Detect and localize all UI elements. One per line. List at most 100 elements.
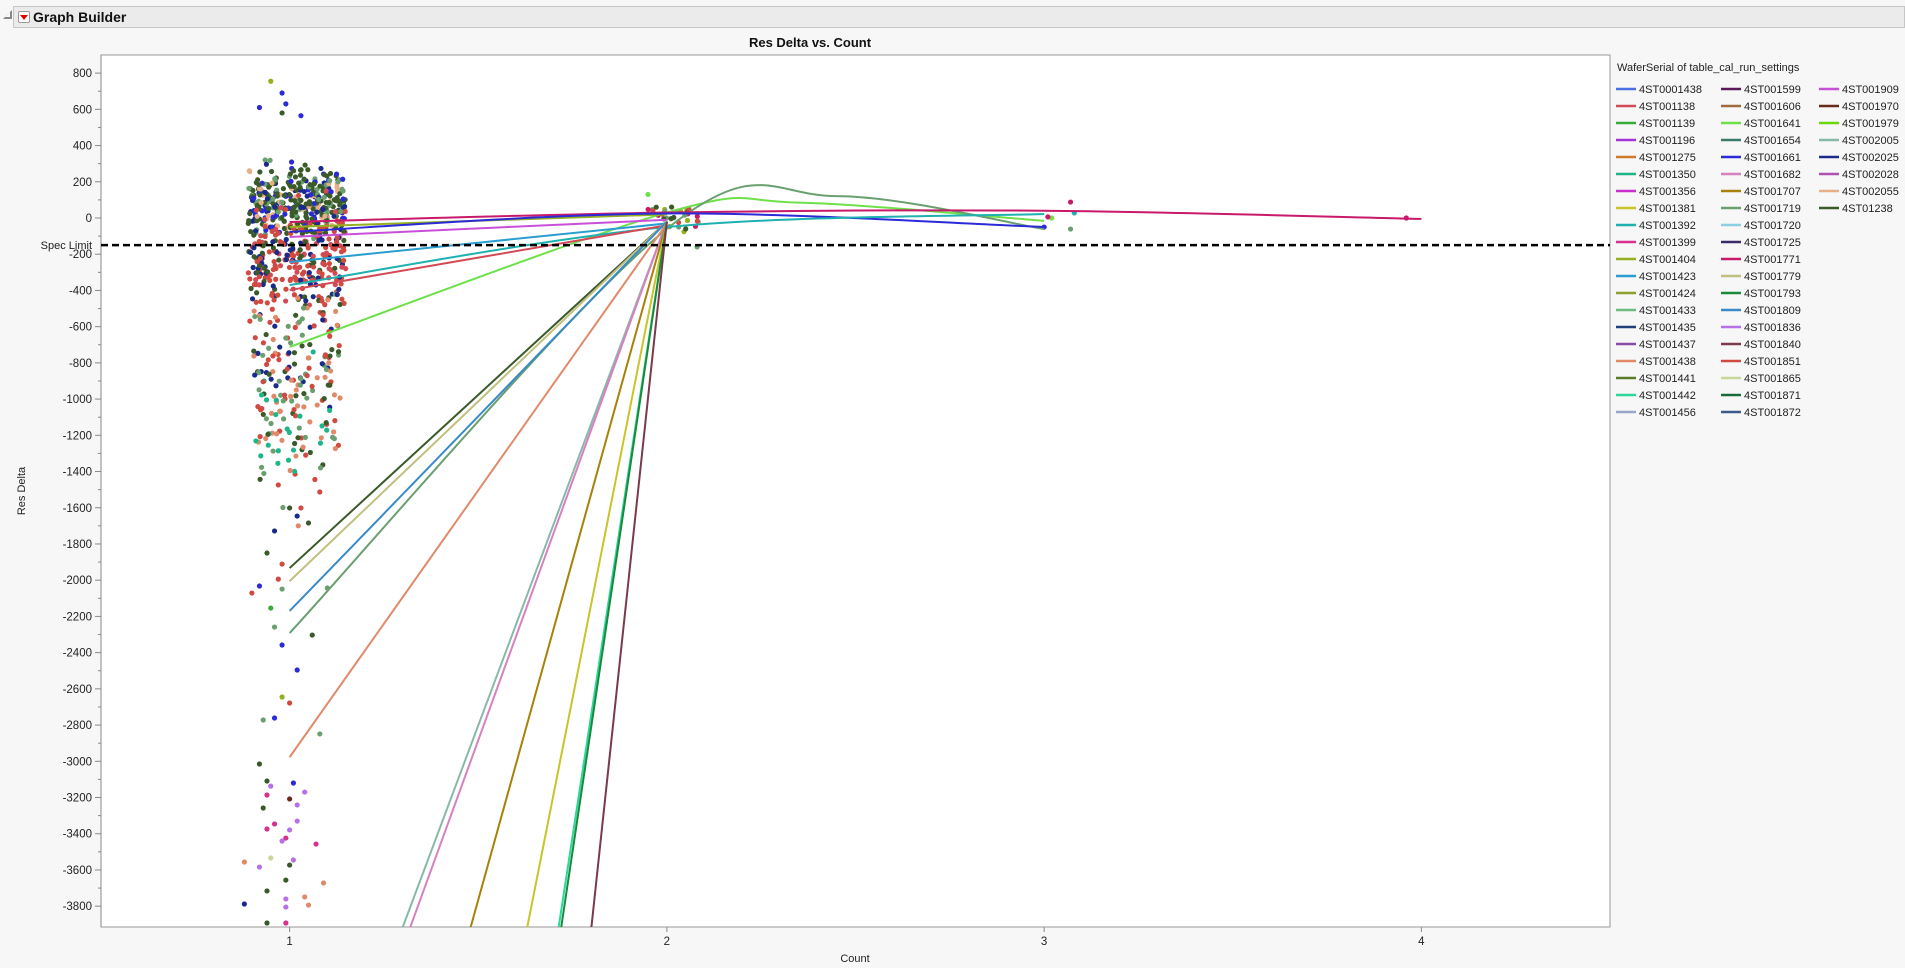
legend-item[interactable]: 4ST001196 bbox=[1616, 135, 1695, 147]
data-point bbox=[264, 888, 270, 894]
legend-item[interactable]: 4ST001404 bbox=[1616, 254, 1696, 266]
legend-item[interactable]: 4ST001350 bbox=[1616, 169, 1696, 181]
legend-item[interactable]: 4ST001442 bbox=[1616, 390, 1696, 402]
legend-item[interactable]: 4ST0001438 bbox=[1616, 84, 1702, 96]
data-point bbox=[326, 236, 332, 242]
y-tick-label: -3000 bbox=[63, 756, 92, 768]
data-point bbox=[279, 90, 285, 96]
legend-item[interactable]: 4ST001654 bbox=[1721, 135, 1801, 147]
data-point bbox=[291, 184, 297, 190]
legend-item[interactable]: 4ST001851 bbox=[1721, 356, 1801, 368]
data-point bbox=[310, 294, 316, 300]
legend-item[interactable]: 4ST001865 bbox=[1721, 373, 1801, 385]
data-point bbox=[317, 489, 323, 495]
legend-label: 4ST001661 bbox=[1744, 152, 1801, 164]
data-point bbox=[339, 264, 345, 270]
legend-item[interactable]: 4ST001779 bbox=[1721, 271, 1801, 283]
data-point bbox=[252, 335, 258, 341]
data-point bbox=[283, 286, 289, 292]
x-tick-label: 4 bbox=[1418, 936, 1425, 948]
y-tick-label: 200 bbox=[73, 177, 92, 189]
y-tick-label: -3800 bbox=[63, 901, 92, 913]
legend-item[interactable]: 4ST001871 bbox=[1721, 390, 1801, 402]
legend-label: 4ST001196 bbox=[1639, 135, 1695, 147]
data-point bbox=[264, 826, 270, 832]
legend-item[interactable]: 4ST001438 bbox=[1616, 356, 1696, 368]
data-point bbox=[323, 420, 329, 426]
legend-item[interactable]: 4ST001599 bbox=[1721, 84, 1801, 96]
legend-item[interactable]: 4ST002028 bbox=[1819, 169, 1899, 181]
legend-item[interactable]: 4ST001437 bbox=[1616, 339, 1696, 351]
data-point bbox=[288, 393, 294, 400]
data-point bbox=[264, 778, 270, 784]
data-point bbox=[257, 316, 263, 322]
data-point bbox=[271, 393, 277, 399]
data-point bbox=[291, 350, 298, 356]
data-point bbox=[277, 263, 284, 269]
legend-item[interactable]: 4ST001793 bbox=[1721, 288, 1801, 300]
legend-item[interactable]: 4ST001707 bbox=[1721, 186, 1801, 198]
data-point bbox=[298, 167, 304, 173]
legend-item[interactable]: 4ST001356 bbox=[1616, 186, 1696, 198]
legend-item[interactable]: 4ST001392 bbox=[1616, 220, 1696, 232]
legend-item[interactable]: 4ST001381 bbox=[1616, 203, 1696, 215]
legend-item[interactable]: 4ST001423 bbox=[1616, 271, 1696, 283]
data-point bbox=[305, 263, 311, 269]
legend-item[interactable]: 4ST001433 bbox=[1616, 305, 1696, 317]
data-point bbox=[321, 396, 327, 402]
data-point bbox=[306, 365, 312, 371]
legend-item[interactable]: 4ST001275 bbox=[1616, 152, 1696, 164]
legend-item[interactable]: 4ST001840 bbox=[1721, 339, 1801, 351]
data-point bbox=[260, 411, 266, 418]
data-point bbox=[275, 460, 281, 466]
data-point bbox=[324, 427, 330, 433]
legend-item[interactable]: 4ST001399 bbox=[1616, 237, 1696, 249]
legend-label: 4ST001865 bbox=[1744, 373, 1801, 385]
legend-item[interactable]: 4ST001771 bbox=[1721, 254, 1801, 266]
data-point bbox=[260, 717, 266, 723]
legend-item[interactable]: 4ST001441 bbox=[1616, 373, 1696, 385]
data-point bbox=[336, 286, 342, 292]
data-point bbox=[317, 183, 323, 189]
data-point bbox=[300, 305, 307, 311]
legend-item[interactable]: 4ST001979 bbox=[1819, 118, 1899, 130]
data-point bbox=[289, 398, 295, 404]
legend-item[interactable]: 4ST002055 bbox=[1819, 186, 1899, 198]
data-point bbox=[256, 104, 263, 111]
legend-item[interactable]: 4ST002025 bbox=[1819, 152, 1899, 164]
legend-label: 4ST001707 bbox=[1744, 186, 1801, 198]
legend-item[interactable]: 4ST001641 bbox=[1721, 118, 1801, 130]
legend-item[interactable]: 4ST001435 bbox=[1616, 322, 1696, 334]
legend-item[interactable]: 4ST001606 bbox=[1721, 101, 1801, 113]
data-point bbox=[331, 436, 337, 442]
legend-item[interactable]: 4ST001836 bbox=[1721, 322, 1801, 334]
legend-item[interactable]: 4ST001682 bbox=[1721, 169, 1801, 181]
legend-item[interactable]: 4ST001456 bbox=[1616, 407, 1696, 419]
data-point bbox=[305, 355, 311, 361]
legend-item[interactable]: 4ST001138 bbox=[1616, 101, 1695, 113]
data-point bbox=[340, 196, 346, 202]
data-point bbox=[302, 434, 308, 440]
legend-item[interactable]: 4ST001720 bbox=[1721, 220, 1801, 232]
data-point bbox=[297, 413, 303, 419]
data-point bbox=[303, 452, 309, 458]
data-point bbox=[245, 220, 251, 226]
data-point bbox=[289, 213, 295, 219]
data-point bbox=[269, 292, 275, 299]
data-point bbox=[291, 361, 298, 367]
legend-item[interactable]: 4ST001719 bbox=[1721, 203, 1801, 215]
legend-label: 4ST001438 bbox=[1639, 356, 1696, 368]
legend-item[interactable]: 4ST001139 bbox=[1616, 118, 1695, 130]
data-point bbox=[323, 188, 329, 194]
legend-item[interactable]: 4ST001872 bbox=[1721, 407, 1801, 419]
legend-item[interactable]: 4ST001424 bbox=[1616, 288, 1696, 300]
legend-item[interactable]: 4ST001909 bbox=[1819, 84, 1899, 96]
legend-item[interactable]: 4ST001809 bbox=[1721, 305, 1801, 317]
data-point bbox=[266, 345, 272, 351]
legend-item[interactable]: 4ST002005 bbox=[1819, 135, 1899, 147]
legend-item[interactable]: 4ST001725 bbox=[1721, 237, 1801, 249]
legend-item[interactable]: 4ST01238 bbox=[1819, 203, 1893, 215]
legend-item[interactable]: 4ST001970 bbox=[1819, 101, 1899, 113]
legend-item[interactable]: 4ST001661 bbox=[1721, 152, 1801, 164]
chart: Res Delta vs. Count 8006004002000-200-40… bbox=[16, 35, 1899, 965]
